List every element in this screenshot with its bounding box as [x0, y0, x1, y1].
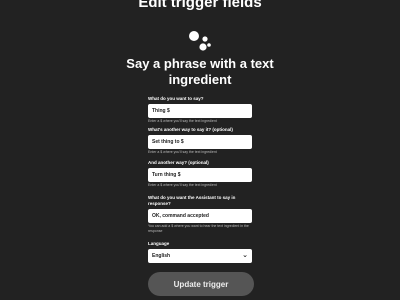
chevron-down-icon: ⌄ — [242, 252, 248, 259]
update-trigger-button[interactable]: Update trigger — [148, 272, 254, 296]
response-helper: You can add a $ where you want to hear t… — [148, 224, 249, 233]
language-label: Language — [148, 241, 170, 246]
phrase-helper: Enter a $ where you'll say the text ingr… — [148, 119, 217, 123]
language-selected-value: English — [152, 253, 171, 259]
google-assistant-icon — [189, 31, 211, 51]
phrase-input[interactable] — [148, 104, 252, 118]
trigger-title: Say a phrase with a text ingredient — [126, 56, 274, 87]
another-phrase-helper: Enter a $ where you'll say the text ingr… — [148, 183, 217, 187]
response-input[interactable] — [148, 209, 252, 223]
alt-phrase-input[interactable] — [148, 135, 252, 149]
phrase-label: What do you want to say? — [148, 96, 204, 101]
alt-phrase-helper: Enter a $ where you'll say the text ingr… — [148, 150, 217, 154]
page-title: Edit trigger fields — [138, 0, 262, 11]
another-phrase-field-group: And another way? (optional) Enter a $ wh… — [148, 160, 252, 188]
response-label: What do you want the Assistant to say in… — [148, 195, 236, 206]
alt-phrase-label: What's another way to say it? (optional) — [148, 127, 233, 132]
alt-phrase-field-group: What's another way to say it? (optional)… — [148, 127, 252, 155]
phrase-field-group: What do you want to say? Enter a $ where… — [148, 96, 252, 124]
another-phrase-label: And another way? (optional) — [148, 160, 209, 165]
language-select[interactable]: English ⌄ — [148, 249, 252, 263]
another-phrase-input[interactable] — [148, 168, 252, 182]
response-field-group: What do you want the Assistant to say in… — [148, 195, 252, 234]
